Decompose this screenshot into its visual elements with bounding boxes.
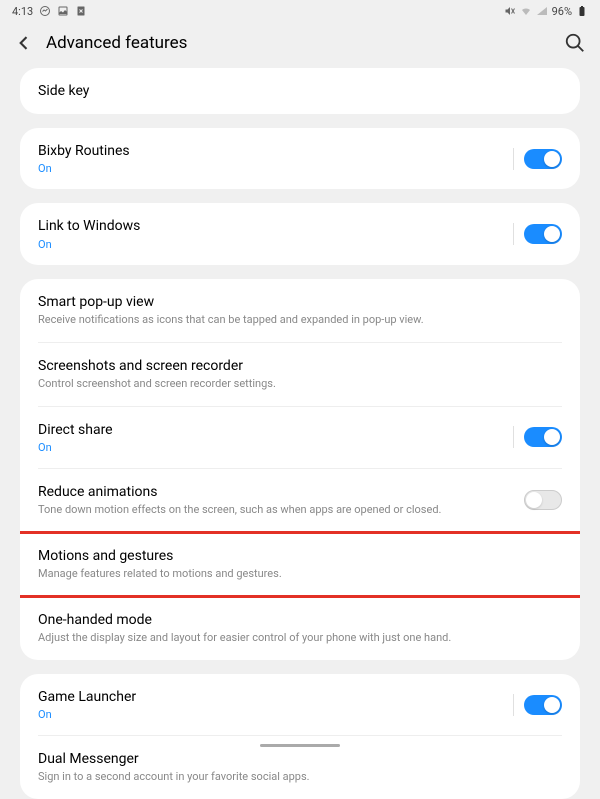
battery-percent: 96% — [552, 5, 572, 18]
card-bixby-routines: Bixby Routines On — [20, 128, 580, 189]
card-side-key: Side key — [20, 68, 580, 114]
row-status: On — [38, 708, 513, 721]
mute-icon — [504, 5, 516, 17]
row-subtitle: Receive notifications as icons that can … — [38, 313, 562, 328]
separator — [513, 223, 514, 245]
row-subtitle: Sign in to a second account in your favo… — [38, 770, 562, 785]
battery-icon — [576, 5, 588, 17]
row-title: Side key — [38, 82, 562, 100]
row-subtitle: Manage features related to motions and g… — [38, 567, 562, 582]
row-title: Motions and gestures — [38, 547, 562, 565]
wifi-icon — [520, 5, 532, 17]
row-title: One-handed mode — [38, 611, 562, 629]
row-link-to-windows[interactable]: Link to Windows On — [20, 203, 580, 264]
toggle-game-launcher[interactable] — [524, 695, 562, 715]
row-game-launcher[interactable]: Game Launcher On — [20, 674, 580, 735]
row-subtitle: Control screenshot and screen recorder s… — [38, 377, 562, 392]
page-title: Advanced features — [46, 33, 552, 53]
row-status: On — [38, 441, 513, 454]
row-status: On — [38, 238, 513, 251]
row-side-key[interactable]: Side key — [20, 68, 580, 114]
separator — [513, 148, 514, 170]
search-button[interactable] — [564, 32, 586, 54]
row-subtitle: Tone down motion effects on the screen, … — [38, 503, 524, 518]
row-title: Smart pop-up view — [38, 293, 562, 311]
settings-content: Side key Bixby Routines On Link to Windo… — [0, 68, 600, 799]
row-reduce-animations[interactable]: Reduce animations Tone down motion effec… — [20, 469, 580, 532]
row-title: Dual Messenger — [38, 750, 562, 768]
toggle-link-to-windows[interactable] — [524, 224, 562, 244]
row-status: On — [38, 162, 513, 175]
separator — [513, 426, 514, 448]
header-bar: Advanced features — [0, 22, 600, 68]
toggle-reduce-animations[interactable] — [524, 490, 562, 510]
file-x-icon — [75, 5, 87, 17]
row-title: Link to Windows — [38, 217, 513, 235]
card-view-features: Smart pop-up view Receive notifications … — [20, 279, 580, 660]
row-title: Game Launcher — [38, 688, 513, 706]
row-smart-popup-view[interactable]: Smart pop-up view Receive notifications … — [20, 279, 580, 342]
scroll-indicator — [260, 744, 340, 747]
row-title: Screenshots and screen recorder — [38, 357, 562, 375]
back-button[interactable] — [14, 33, 34, 53]
row-subtitle: Adjust the display size and layout for e… — [38, 631, 562, 646]
row-title: Direct share — [38, 421, 513, 439]
status-time: 4:13 — [12, 5, 33, 18]
row-motions-gestures[interactable]: Motions and gestures Manage features rel… — [20, 533, 580, 596]
card-link-to-windows: Link to Windows On — [20, 203, 580, 264]
card-game-messenger: Game Launcher On Dual Messenger Sign in … — [20, 674, 580, 799]
signal-icon — [536, 5, 548, 17]
row-bixby-routines[interactable]: Bixby Routines On — [20, 128, 580, 189]
status-bar: 4:13 96% — [0, 0, 600, 22]
image-icon — [57, 5, 69, 17]
toggle-bixby-routines[interactable] — [524, 149, 562, 169]
row-title: Reduce animations — [38, 483, 524, 501]
separator — [513, 694, 514, 716]
messenger-icon — [39, 5, 51, 17]
row-one-handed-mode[interactable]: One-handed mode Adjust the display size … — [20, 597, 580, 660]
row-title: Bixby Routines — [38, 142, 513, 160]
row-direct-share[interactable]: Direct share On — [20, 407, 580, 468]
toggle-direct-share[interactable] — [524, 427, 562, 447]
row-screenshots-recorder[interactable]: Screenshots and screen recorder Control … — [20, 343, 580, 406]
